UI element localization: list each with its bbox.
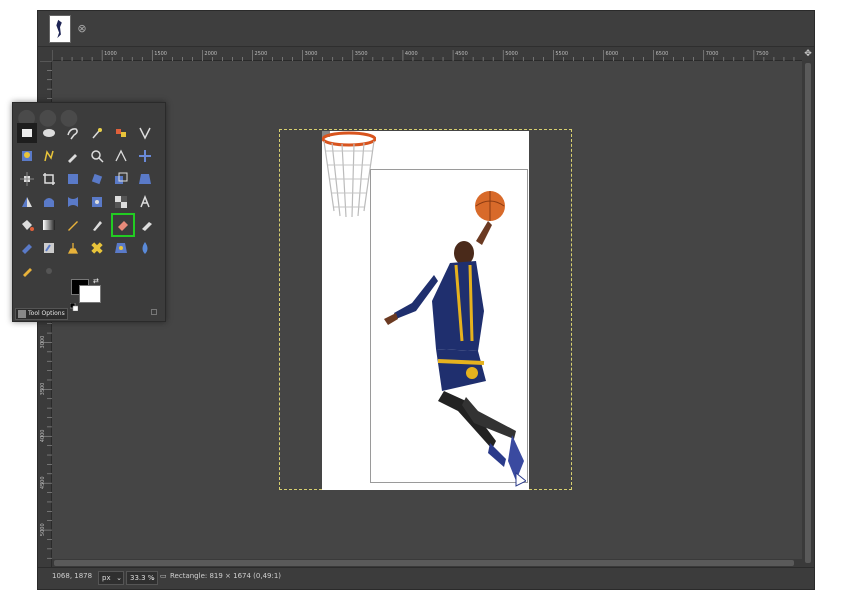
eraser-tool-icon[interactable]: [111, 213, 135, 237]
ruler-label: 5000: [505, 51, 518, 57]
ruler-label: 5000: [40, 523, 46, 536]
scale-tool-icon[interactable]: [111, 169, 131, 189]
fuzzy-select-tool-icon[interactable]: [87, 123, 107, 143]
tool-options-icon: [18, 310, 26, 318]
panel-grip-icon[interactable]: [151, 309, 157, 315]
pointer-coordinates: 1068, 1878: [52, 572, 93, 580]
horizontal-ruler[interactable]: 1000 1500 2000 2500 3000 3500 4000 4500 5000 5500…: [51, 47, 805, 62]
paintbrush-tool-icon[interactable]: [87, 215, 107, 235]
status-bar: 1068, 1878 px ⌄ 33.3 % ⌄ ▭ Rectangle: 81…: [38, 567, 814, 589]
ruler-label: 1500: [154, 51, 167, 57]
ruler-label: 4500: [455, 51, 468, 57]
status-message: Rectangle: 819 × 1674 (0,49:1): [170, 572, 282, 580]
ruler-label: 6500: [656, 51, 669, 57]
zoom-selector[interactable]: 33.3 % ⌄: [126, 571, 158, 585]
unified-transform-tool-icon[interactable]: [63, 169, 83, 189]
tool-options-tab[interactable]: Tool Options: [15, 308, 68, 320]
ruler-label: 3500: [355, 51, 368, 57]
horizontal-scrollbar[interactable]: [52, 559, 804, 567]
perspective-tool-icon[interactable]: [135, 169, 155, 189]
ruler-label: 5500: [555, 51, 568, 57]
tool-options-label: Tool Options: [28, 310, 65, 317]
close-icon[interactable]: ⊗: [74, 21, 90, 37]
default-colors-icon[interactable]: [69, 296, 79, 312]
rectangle-tool-icon: ▭: [160, 572, 167, 580]
paths-tool-icon[interactable]: [39, 146, 59, 166]
ruler-label: 4000: [405, 51, 418, 57]
image-tab-thumbnail[interactable]: [49, 15, 71, 43]
bucket-fill-tool-icon[interactable]: [17, 215, 37, 235]
handle-transform-tool-icon[interactable]: [87, 192, 107, 212]
ellipse-select-tool-icon[interactable]: [39, 123, 59, 143]
blur-sharpen-tool-icon[interactable]: [135, 238, 155, 258]
ruler-label: 3000: [40, 336, 46, 349]
unit-value: px: [102, 574, 111, 582]
chevron-down-icon: ⌄: [150, 574, 156, 582]
text-tool-icon[interactable]: [135, 192, 155, 212]
ruler-label: 1000: [104, 51, 117, 57]
vertical-scroll-thumb[interactable]: [805, 63, 811, 563]
ruler-label: 2500: [255, 51, 268, 57]
dodge-burn-tool-icon[interactable]: [39, 261, 59, 281]
cage-transform-tool-icon[interactable]: [39, 192, 59, 212]
unit-selector[interactable]: px ⌄: [98, 571, 124, 585]
ruler-label: 4500: [40, 476, 46, 489]
zoom-tool-icon[interactable]: [87, 146, 107, 166]
ruler-label: 3000: [305, 51, 318, 57]
perspective-clone-tool-icon[interactable]: [111, 238, 131, 258]
rect-select-tool-icon[interactable]: [17, 123, 37, 143]
gradient-tool-icon[interactable]: [39, 215, 59, 235]
crop-tool-icon[interactable]: [39, 169, 59, 189]
ruler-label: 4000: [40, 430, 46, 443]
ruler-label: 3500: [40, 383, 46, 396]
pencil-tool-icon[interactable]: [63, 215, 83, 235]
warp-transform-tool-icon[interactable]: [63, 192, 83, 212]
basketball-player-image: [384, 191, 526, 487]
ink-tool-icon[interactable]: [17, 238, 37, 258]
chevron-down-icon: ⌄: [116, 574, 122, 582]
ruler-label: 2000: [204, 51, 217, 57]
color-picker-tool-icon[interactable]: [63, 146, 83, 166]
ruler-corner: [38, 47, 52, 61]
flip-tool-icon[interactable]: [17, 192, 37, 212]
swap-colors-icon[interactable]: ⇄: [93, 277, 101, 285]
checkerboard-icon[interactable]: [111, 192, 131, 212]
toolbox-panel: ●●● ⇄ Tool Options: [12, 102, 166, 322]
horizontal-scroll-thumb[interactable]: [54, 560, 794, 566]
measure-tool-icon[interactable]: [111, 146, 131, 166]
ruler-label: 7000: [706, 51, 719, 57]
ruler-label: 7500: [756, 51, 769, 57]
vertical-scrollbar[interactable]: [802, 61, 814, 569]
alignment-tool-icon[interactable]: [17, 169, 37, 189]
move-tool-icon[interactable]: [135, 146, 155, 166]
ruler-label: 6000: [605, 51, 618, 57]
airbrush-tool-icon[interactable]: [137, 215, 157, 235]
scissors-select-tool-icon[interactable]: [135, 123, 155, 143]
image-tab-bar: ⊗: [38, 11, 814, 47]
rotate-tool-icon[interactable]: [87, 169, 107, 189]
free-select-tool-icon[interactable]: [63, 123, 83, 143]
background-color-swatch[interactable]: [79, 285, 101, 303]
mypaint-brush-tool-icon[interactable]: [39, 238, 59, 258]
image-canvas[interactable]: [322, 131, 529, 490]
navigate-icon[interactable]: ✥: [802, 47, 814, 61]
smudge-tool-icon[interactable]: [17, 261, 37, 281]
select-by-color-tool-icon[interactable]: [111, 123, 131, 143]
clone-tool-icon[interactable]: [63, 238, 83, 258]
heal-tool-icon[interactable]: [87, 238, 107, 258]
foreground-select-tool-icon[interactable]: [17, 146, 37, 166]
